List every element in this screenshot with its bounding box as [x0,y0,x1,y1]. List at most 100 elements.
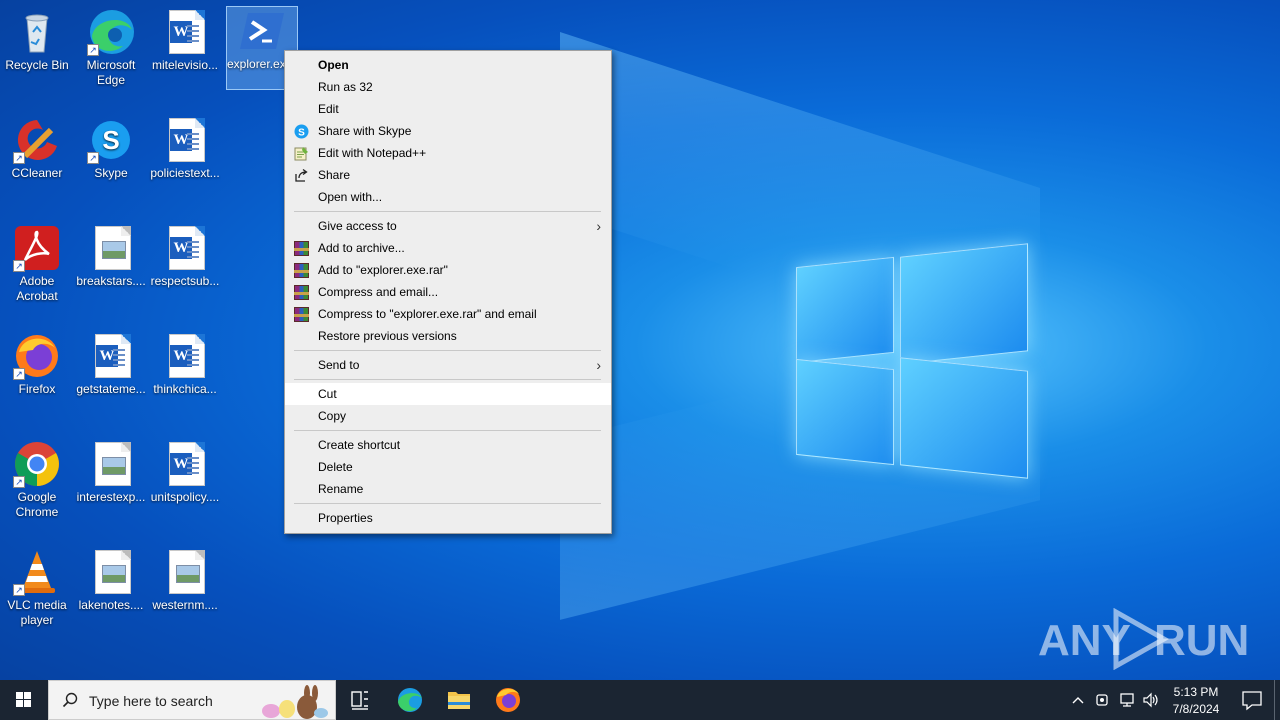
anyrun-watermark: ANY RUN [1038,608,1249,674]
menu-item-open[interactable]: Open [285,54,611,76]
shortcut-arrow-icon: ↗ [13,368,25,380]
taskbar-search-box[interactable]: Type here to search [48,680,336,720]
taskbar-file-explorer[interactable] [435,680,483,720]
desktop-icon-policiestext[interactable]: W policiestext... [148,116,222,181]
desktop-icon-recycle-bin[interactable]: Recycle Bin [0,8,74,73]
tray-clock[interactable]: 5:13 PM 7/8/2024 [1166,683,1226,717]
svg-text:S: S [298,128,305,139]
shortcut-arrow-icon: ↗ [13,584,25,596]
network-icon [1120,693,1134,707]
action-center-button[interactable] [1232,680,1272,720]
wallpaper-windows-logo [796,242,1028,480]
tray-network[interactable] [1117,690,1137,710]
menu-item-edit-notepadpp[interactable]: Edit with Notepad++ [285,142,611,164]
menu-item-rename[interactable]: Rename [285,478,611,500]
edge-icon: ↗ [87,8,135,56]
shortcut-arrow-icon: ↗ [13,260,25,272]
menu-item-run-as-32[interactable]: Run as 32 [285,76,611,98]
menu-item-give-access[interactable]: Give access to › [285,215,611,237]
winrar-icon [294,285,309,300]
svg-text:S: S [102,125,119,155]
chevron-right-icon: › [596,218,601,234]
menu-item-share[interactable]: Share [285,164,611,186]
skype-icon: S [294,124,309,139]
desktop-icon-edge[interactable]: ↗ Microsoft Edge [74,8,148,88]
menu-item-copy[interactable]: Copy [285,405,611,427]
tray-overflow-chevron[interactable] [1068,690,1088,710]
winrar-icon [294,241,309,256]
skype-icon: S ↗ [87,116,135,164]
image-file-icon [87,224,135,272]
task-view-icon [351,691,368,710]
desktop-icon-skype[interactable]: S ↗ Skype [74,116,148,181]
chevron-up-icon [1072,697,1084,704]
menu-separator [294,350,601,351]
desktop-icon-acrobat[interactable]: ↗ Adobe Acrobat [0,224,74,304]
tray-volume[interactable] [1141,690,1161,710]
chevron-right-icon: › [596,357,601,373]
word-doc-icon: W [161,8,209,56]
menu-item-send-to[interactable]: Send to › [285,354,611,376]
menu-item-add-archive[interactable]: Add to archive... [285,237,611,259]
menu-item-share-skype[interactable]: S Share with Skype [285,120,611,142]
start-button[interactable] [0,680,48,720]
taskbar-edge[interactable] [386,680,434,720]
powershell-icon [238,7,286,55]
desktop-icon-westernm[interactable]: westernm.... [148,548,222,613]
desktop-icon-respectsub[interactable]: W respectsub... [148,224,222,289]
folder-icon [448,692,470,709]
menu-item-compress-email[interactable]: Compress and email... [285,281,611,303]
taskbar-firefox[interactable] [484,680,532,720]
notification-icon [1242,691,1262,711]
desktop-icon-interestexp[interactable]: interestexp... [74,440,148,505]
menu-separator [294,211,601,212]
desktop-icon-ccleaner[interactable]: ↗ CCleaner [0,116,74,181]
word-doc-icon: W [161,440,209,488]
chrome-icon: ↗ [13,440,61,488]
desktop-icon-thinkchica[interactable]: W thinkchica... [148,332,222,397]
word-doc-icon: W [87,332,135,380]
menu-separator [294,379,601,380]
menu-item-create-shortcut[interactable]: Create shortcut [285,434,611,456]
vlc-icon: ↗ [13,548,61,596]
menu-item-edit[interactable]: Edit [285,98,611,120]
menu-item-open-with[interactable]: Open with... [285,186,611,208]
firefox-icon: ↗ [13,332,61,380]
easter-decoration-icon [262,685,328,719]
menu-item-add-to-rar[interactable]: Add to "explorer.exe.rar" [285,259,611,281]
show-desktop-button[interactable] [1274,680,1280,720]
image-file-icon [161,548,209,596]
taskbar: Type here to search 5:13 PM 7/8/2024 [0,680,1280,720]
winrar-icon [294,307,309,322]
menu-item-compress-rar-email[interactable]: Compress to "explorer.exe.rar" and email [285,303,611,325]
menu-item-delete[interactable]: Delete [285,456,611,478]
notepadpp-icon [294,147,308,161]
firefox-icon [496,688,520,712]
menu-separator [294,430,601,431]
desktop-icon-vlc[interactable]: ↗ VLC media player [0,548,74,628]
image-file-icon [87,440,135,488]
menu-item-cut[interactable]: Cut [285,383,611,405]
context-menu: Open Run as 32 Edit S Share with Skype E… [284,50,612,534]
desktop-icon-lakenotes[interactable]: lakenotes.... [74,548,148,613]
image-file-icon [87,548,135,596]
word-doc-icon: W [161,332,209,380]
meet-now-icon [1096,694,1108,706]
desktop-icon-getstateme[interactable]: W getstateme... [74,332,148,397]
desktop-icon-firefox[interactable]: ↗ Firefox [0,332,74,397]
shortcut-arrow-icon: ↗ [87,152,99,164]
tray-meet-now[interactable] [1094,690,1112,710]
menu-item-restore-versions[interactable]: Restore previous versions [285,325,611,347]
desktop-icon-unitspolicy[interactable]: W unitspolicy.... [148,440,222,505]
menu-item-properties[interactable]: Properties [285,507,611,529]
winrar-icon [294,263,309,278]
search-icon [62,692,78,708]
desktop-icon-mitelevisio[interactable]: W mitelevisio... [148,8,222,73]
shortcut-arrow-icon: ↗ [87,44,99,56]
task-view-button[interactable] [336,680,384,720]
acrobat-icon: ↗ [13,224,61,272]
word-doc-icon: W [161,116,209,164]
edge-icon [398,688,422,712]
desktop-icon-chrome[interactable]: ↗ Google Chrome [0,440,74,520]
desktop-icon-breakstars[interactable]: breakstars.... [74,224,148,289]
